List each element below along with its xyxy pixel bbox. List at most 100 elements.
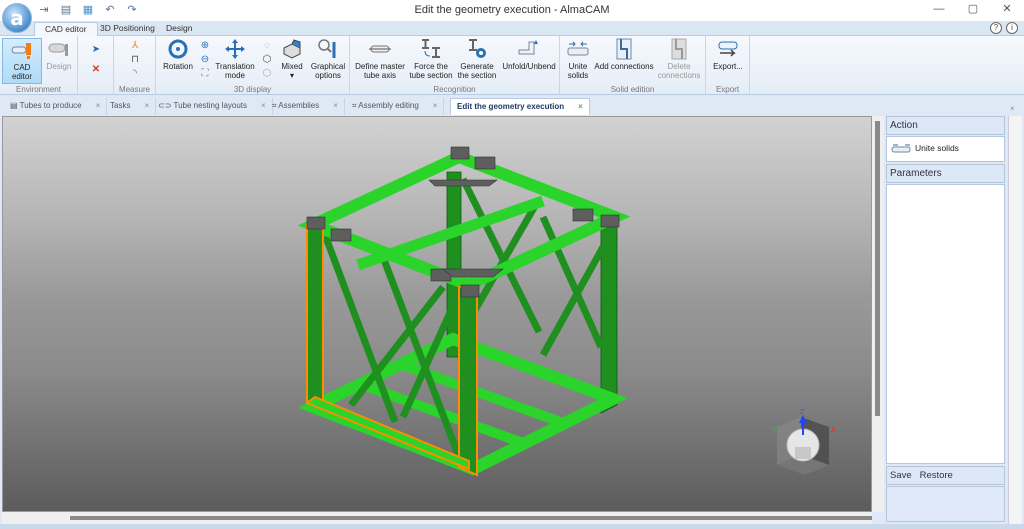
export-button[interactable]: Export... (708, 38, 748, 71)
close-tab-icon[interactable]: × (144, 101, 149, 110)
rotation-button[interactable]: Rotation (160, 38, 196, 71)
app-logo[interactable]: a (2, 3, 32, 33)
close-panel-icon[interactable]: × (1010, 104, 1015, 113)
ribbon: CAD editor Design Environment ➤ ✕ ⅄ ⊓ ◝ … (0, 36, 1024, 95)
force-tube-section-button[interactable]: Force the tube section (408, 38, 454, 80)
select-arrow-icon[interactable]: ➤ (89, 44, 103, 56)
cad-editor-button[interactable]: CAD editor (2, 38, 42, 84)
layout-icon[interactable]: ▦ (82, 3, 94, 17)
doc-tab-tasks[interactable]: Tasks × (104, 98, 157, 115)
view-orbit-icon[interactable]: ◌ (260, 40, 274, 52)
doc-tab-tube-nesting-layouts[interactable]: ⊂⊃ Tube nesting layouts × (152, 98, 273, 115)
axis-x-label: X (831, 427, 836, 434)
zoom-in-icon[interactable]: ⊕ (198, 40, 212, 52)
tab-3d-positioning[interactable]: 3D Positioning (90, 22, 165, 37)
add-connections-label: Add connections (594, 62, 654, 71)
group-recognition: Define master tube axis Force the tube s… (350, 36, 560, 95)
info-icon[interactable]: i (1006, 22, 1018, 34)
unite-solids-label: Unite solids (567, 62, 589, 80)
rotation-label: Rotation (163, 62, 193, 71)
close-button[interactable]: ✕ (990, 0, 1024, 20)
view-wire-icon[interactable]: ⬡ (260, 68, 274, 80)
graphical-options-icon (318, 39, 336, 58)
doc-tab-assembly-editing[interactable]: ⌗ Assembly editing × (346, 98, 445, 115)
tab-design[interactable]: Design (156, 22, 202, 37)
unfold-unbend-button[interactable]: Unfold/Unbend (502, 38, 556, 71)
tube-icon: ⊂⊃ (158, 101, 174, 110)
unfold-icon (518, 40, 538, 55)
graphical-options-label: Graphical options (310, 62, 346, 80)
ribbon-tabs: CAD editor 3D Positioning Design ? i (0, 21, 1024, 37)
gusset-plate (428, 179, 498, 187)
right-panel: Action Unite solids Parameters Save Rest… (884, 116, 1008, 524)
delete-connections-button[interactable]: Delete connections (656, 38, 702, 80)
translation-icon (225, 39, 245, 59)
cad-editor-icon (11, 43, 31, 59)
vertical-scrollbar[interactable] (872, 116, 884, 512)
minimize-button[interactable]: — (922, 0, 956, 20)
mixed-label: Mixed (281, 62, 303, 71)
save-button[interactable]: Save (890, 470, 912, 481)
restore-button[interactable]: Restore (920, 470, 953, 481)
generate-section-button[interactable]: Generate the section (456, 38, 498, 80)
parameters-header: Parameters (886, 164, 1005, 183)
define-master-tube-axis-button[interactable]: Define master tube axis (354, 38, 406, 80)
document-tabs: ▤ Tubes to produce × Tasks × ⊂⊃ Tube nesti… (0, 96, 1024, 116)
horizontal-scroll-thumb[interactable] (70, 516, 872, 520)
measure-arc-icon[interactable]: ◝ (128, 68, 142, 80)
graphical-options-button[interactable]: Graphical options (308, 38, 348, 80)
deselect-icon[interactable]: ✕ (89, 64, 103, 76)
mixed-dropdown-icon[interactable]: ▾ (290, 71, 294, 80)
close-tab-icon[interactable]: × (578, 102, 583, 111)
help-icon[interactable]: ? (990, 22, 1002, 34)
save-icon[interactable]: ▤ (60, 3, 72, 17)
plate (330, 228, 352, 242)
measure-angle-icon[interactable]: ⅄ (128, 40, 142, 52)
delete-connections-label: Delete connections (657, 62, 701, 80)
group-environment: CAD editor Design Environment (0, 36, 78, 95)
unfold-unbend-label: Unfold/Unbend (502, 62, 556, 71)
generate-section-icon (469, 39, 486, 58)
doc-tab-tubes-to-produce[interactable]: ▤ Tubes to produce × (4, 98, 108, 115)
translation-mode-button[interactable]: Translation mode (214, 38, 256, 80)
side-strip (1008, 116, 1022, 524)
close-tab-icon[interactable]: × (433, 101, 438, 110)
close-tab-icon[interactable]: × (261, 101, 266, 110)
design-button[interactable]: Design (44, 38, 74, 71)
add-connections-button[interactable]: Add connections (594, 38, 654, 71)
mixed-render-icon (283, 39, 301, 59)
zoom-fit-icon[interactable]: ⛶ (198, 68, 212, 80)
frame-model[interactable] (3, 117, 872, 512)
close-tab-icon[interactable]: × (333, 101, 338, 110)
mixed-button[interactable]: Mixed ▾ (278, 38, 306, 80)
measure-distance-icon[interactable]: ⊓ (128, 54, 142, 66)
group-label-export: Export (715, 85, 740, 94)
action-header: Action (886, 116, 1005, 135)
tab-cad-editor[interactable]: CAD editor (34, 22, 98, 37)
vertical-scroll-thumb[interactable] (875, 121, 880, 416)
close-tab-icon[interactable]: × (96, 101, 101, 110)
action-item-unite-solids[interactable]: Unite solids (891, 143, 959, 153)
design-label: Design (46, 62, 72, 71)
doc-tab-edit-geometry-execution[interactable]: Edit the geometry execution × (450, 98, 590, 115)
axis-z-label: Z (800, 409, 805, 416)
redo-icon[interactable]: ↷ (126, 3, 138, 17)
parameters-body (886, 184, 1005, 464)
beam-front-selected (458, 286, 478, 477)
gusset-plate (442, 268, 504, 278)
title-bar: Edit the geometry execution - AlmaCAM ⇥ … (0, 0, 1024, 22)
import-icon[interactable]: ⇥ (38, 3, 50, 17)
restore-button[interactable]: ▢ (956, 0, 990, 20)
zoom-out-icon[interactable]: ⊖ (198, 54, 212, 66)
action-list: Unite solids (886, 136, 1005, 162)
doc-tab-assemblies[interactable]: ⌗ Assemblies × (266, 98, 345, 115)
unite-solids-button[interactable]: Unite solids (564, 38, 592, 80)
undo-icon[interactable]: ↶ (104, 3, 116, 17)
view-cube[interactable]: Z Y X (769, 407, 845, 477)
panel-footer (886, 486, 1005, 522)
group-label-measure: Measure (118, 85, 151, 94)
3d-viewport[interactable]: Z Y X (2, 116, 872, 512)
horizontal-scrollbar[interactable] (2, 512, 872, 524)
group-3d-display: Rotation ⊕ ⊖ ⛶ Translation mode ◌ ⬡ ⬡ Mi… (156, 36, 350, 95)
view-cube-icon[interactable]: ⬡ (260, 54, 274, 66)
